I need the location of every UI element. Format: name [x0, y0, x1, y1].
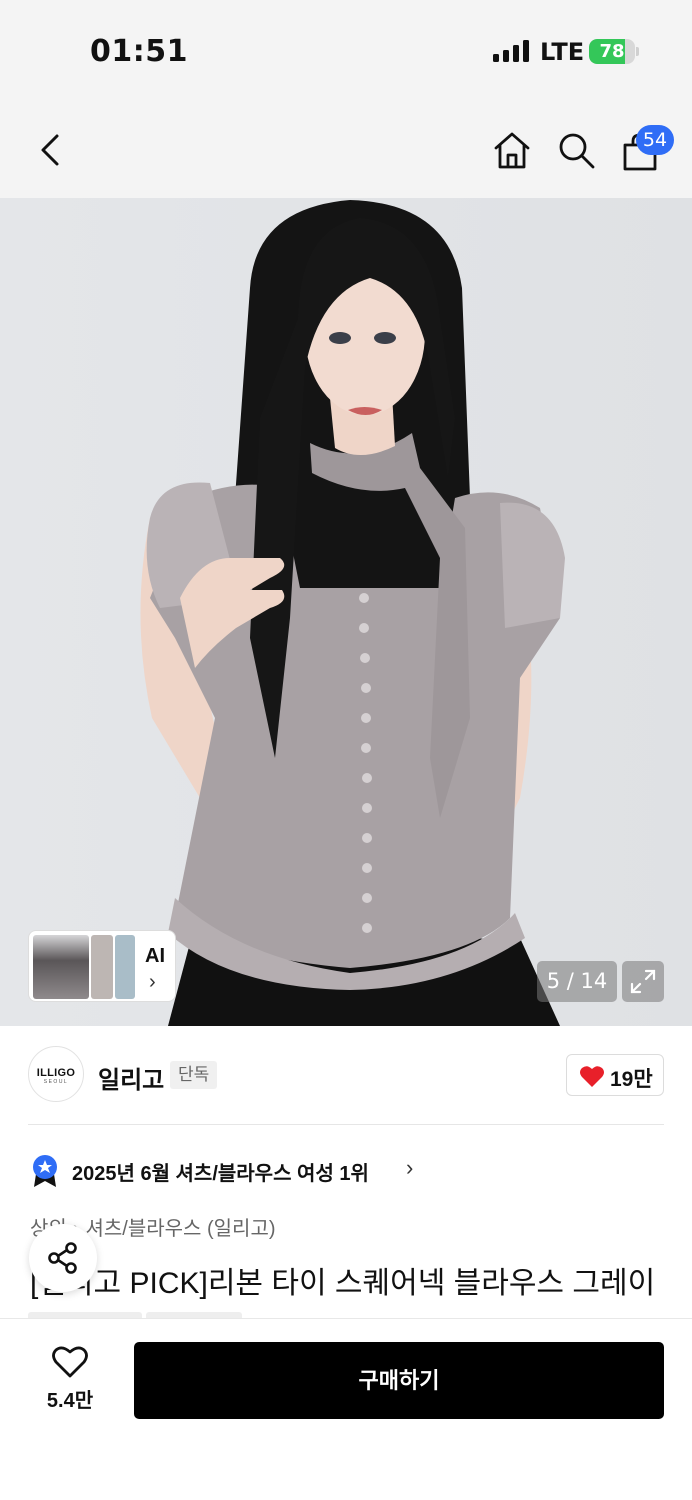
chevron-right-icon: ›	[406, 1155, 414, 1180]
expand-icon	[630, 969, 656, 994]
chevron-left-icon	[41, 134, 59, 166]
signal-icon	[493, 40, 529, 62]
thumbnail-photo	[33, 935, 89, 999]
home-button[interactable]	[488, 126, 536, 174]
product-image-gallery[interactable]	[0, 198, 692, 1026]
brand-like-count: 19만	[610, 1068, 653, 1091]
heart-outline-icon	[52, 1346, 88, 1378]
status-time: 01:51	[90, 34, 188, 69]
breadcrumb-item[interactable]: 셔츠/블라우스 (일리고)	[85, 1218, 275, 1240]
wishlist-button[interactable]: 5.4만	[32, 1342, 108, 1418]
search-button[interactable]	[552, 126, 600, 174]
battery-cap	[636, 47, 639, 56]
share-icon	[48, 1242, 77, 1274]
ai-style-thumbnail[interactable]: AI ›	[28, 930, 176, 1002]
wishlist-count: 5.4만	[46, 1390, 94, 1412]
network-type: LTE	[540, 38, 585, 66]
thumbnail-photo	[115, 935, 135, 999]
status-bar: 01:51 LTE 78	[0, 0, 692, 100]
battery-percent: 78	[599, 41, 625, 62]
brand-like-button[interactable]: 19만	[566, 1054, 664, 1096]
ai-label: AI	[145, 945, 165, 967]
thumbnail-photo	[91, 935, 113, 999]
brand-logo[interactable]: ILLIGO SEOUL	[28, 1046, 84, 1102]
cart-count-badge: 54	[636, 125, 674, 155]
ranking-link[interactable]: 2025년 6월 셔츠/블라우스 여성 1위 ›	[30, 1152, 450, 1188]
product-title: [일리고 PICK]리본 타이 스퀘어넥 블라우스 그레이	[30, 1267, 656, 1300]
home-icon	[494, 132, 530, 169]
brand-logo-text: ILLIGO	[36, 1067, 76, 1079]
battery-icon: 78	[589, 39, 635, 64]
ranking-text: 2025년 6월 셔츠/블라우스 여성 1위	[72, 1163, 369, 1185]
back-button[interactable]	[26, 126, 74, 174]
share-button[interactable]	[29, 1224, 97, 1292]
expand-image-button[interactable]	[622, 961, 664, 1002]
product-photo	[0, 198, 692, 1026]
chevron-right-icon: ›	[149, 971, 156, 993]
exclusive-badge: 단독	[170, 1061, 218, 1089]
ranking-medal-icon	[33, 1155, 57, 1187]
divider	[28, 1124, 664, 1125]
image-page-counter: 5 / 14	[537, 961, 617, 1002]
buy-button[interactable]: 구매하기	[134, 1342, 664, 1419]
brand-logo-subtext: SEOUL	[43, 1079, 69, 1085]
search-icon	[559, 133, 595, 169]
heart-icon	[580, 1066, 604, 1087]
brand-name[interactable]: 일리고	[98, 1060, 164, 1095]
